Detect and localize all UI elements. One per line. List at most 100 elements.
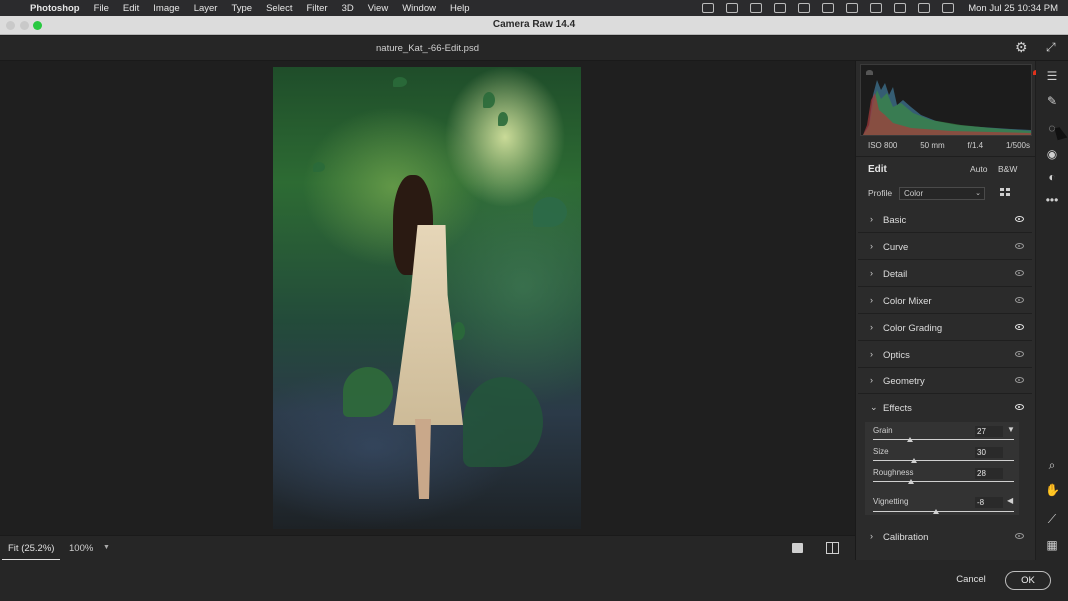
shadow-clipping-icon[interactable] bbox=[866, 70, 873, 75]
size-slider-handle[interactable] bbox=[911, 458, 917, 463]
window-title: Camera Raw 14.4 bbox=[492, 19, 576, 30]
cancel-button[interactable]: Cancel bbox=[948, 570, 994, 590]
leaf-shape bbox=[313, 162, 325, 172]
roughness-value[interactable]: 28 bbox=[975, 468, 1003, 479]
subject-legs bbox=[415, 419, 431, 499]
section-label: Detail bbox=[883, 269, 908, 280]
eye-icon[interactable] bbox=[1015, 351, 1024, 357]
eye-icon[interactable] bbox=[1015, 324, 1024, 330]
wifi-icon[interactable] bbox=[894, 3, 907, 13]
menu-3d[interactable]: 3D bbox=[342, 3, 354, 14]
chevron-right-icon: › bbox=[870, 295, 873, 305]
grain-slider-handle[interactable] bbox=[907, 437, 913, 442]
ok-button[interactable]: OK bbox=[1005, 571, 1051, 590]
section-basic[interactable]: › Basic bbox=[858, 207, 1032, 233]
bw-button[interactable]: B&W bbox=[998, 164, 1017, 174]
fullscreen-icon[interactable]: ⤢ bbox=[1046, 40, 1060, 54]
menu-window[interactable]: Window bbox=[402, 3, 436, 14]
eye-icon[interactable] bbox=[1015, 297, 1024, 303]
menu-select[interactable]: Select bbox=[266, 3, 292, 14]
fit-zoom-tab[interactable]: Fit (25.2%) bbox=[2, 539, 61, 561]
edit-sliders-icon[interactable]: ☰ bbox=[1045, 69, 1059, 83]
chevron-right-icon: › bbox=[870, 375, 873, 385]
bookmark-icon[interactable] bbox=[846, 3, 859, 13]
more-options-icon[interactable]: ••• bbox=[1045, 193, 1059, 207]
healing-brush-icon[interactable]: ✎ bbox=[1045, 94, 1059, 108]
profile-browser-icon[interactable] bbox=[1000, 188, 1011, 198]
grain-label: Grain bbox=[873, 426, 893, 435]
menubar-clock[interactable]: Mon Jul 25 10:34 PM bbox=[968, 3, 1058, 14]
profile-select[interactable]: Color ⌄ bbox=[899, 187, 985, 200]
single-view-icon[interactable] bbox=[792, 543, 803, 553]
grain-slider[interactable] bbox=[873, 439, 1014, 440]
effects-controls: Grain 27 ▼ Size 30 Roughness 28 Vignetti… bbox=[865, 422, 1019, 515]
dropbox-icon[interactable] bbox=[750, 3, 763, 13]
roughness-slider[interactable] bbox=[873, 481, 1014, 482]
grain-value[interactable]: 27 bbox=[975, 426, 1003, 437]
zoom-level[interactable]: 100% bbox=[69, 543, 93, 554]
size-slider[interactable] bbox=[873, 460, 1014, 461]
menu-filter[interactable]: Filter bbox=[306, 3, 327, 14]
red-eye-icon[interactable]: ◉ bbox=[1045, 147, 1059, 161]
histogram-graph bbox=[863, 80, 1031, 135]
shutter-value: 1/500s bbox=[1005, 141, 1030, 150]
vignetting-slider[interactable] bbox=[873, 511, 1014, 512]
control-center-icon[interactable] bbox=[942, 3, 955, 13]
section-color-grading[interactable]: › Color Grading bbox=[858, 315, 1032, 341]
hand-tool-icon[interactable]: ✋ bbox=[1045, 483, 1060, 497]
section-calibration[interactable]: › Calibration bbox=[858, 524, 1032, 550]
screen-record-icon[interactable] bbox=[702, 3, 715, 13]
vignetting-expand-icon[interactable]: ◀ bbox=[1007, 496, 1013, 505]
leaf-shape bbox=[393, 77, 407, 87]
vignetting-slider-handle[interactable] bbox=[933, 509, 939, 514]
edit-panel: ISO 800 50 mm f/1.4 1/500s Edit Auto B&W… bbox=[855, 61, 1040, 560]
menu-file[interactable]: File bbox=[94, 3, 109, 14]
eyedropper-icon[interactable]: ⟋ bbox=[1045, 512, 1059, 526]
size-value[interactable]: 30 bbox=[975, 447, 1003, 458]
search-icon[interactable] bbox=[918, 3, 931, 13]
leaf-shape bbox=[483, 92, 495, 108]
eye-icon[interactable] bbox=[1015, 377, 1024, 383]
gear-icon[interactable]: ⚙ bbox=[1015, 40, 1029, 54]
creative-cloud-icon[interactable] bbox=[726, 3, 739, 13]
before-after-icon[interactable] bbox=[826, 542, 839, 554]
menu-edit[interactable]: Edit bbox=[123, 3, 139, 14]
globe-icon[interactable] bbox=[774, 3, 787, 13]
chevron-down-icon: ⌄ bbox=[975, 190, 981, 197]
image-canvas[interactable] bbox=[0, 61, 855, 535]
leaf-shape bbox=[343, 367, 393, 417]
section-geometry[interactable]: › Geometry bbox=[858, 368, 1032, 394]
auto-button[interactable]: Auto bbox=[970, 164, 988, 174]
photo-preview[interactable] bbox=[273, 67, 581, 529]
sync-icon[interactable] bbox=[798, 3, 811, 13]
eye-icon[interactable] bbox=[1015, 270, 1024, 276]
bluetooth-icon[interactable] bbox=[870, 3, 883, 13]
vignetting-value[interactable]: -8 bbox=[975, 497, 1003, 508]
zoom-dropdown-icon[interactable]: ▼ bbox=[103, 544, 110, 551]
zoom-tool-icon[interactable]: ⌕ bbox=[1045, 458, 1059, 472]
section-curve[interactable]: › Curve bbox=[858, 234, 1032, 260]
grain-expand-icon[interactable]: ▼ bbox=[1007, 425, 1015, 434]
menu-image[interactable]: Image bbox=[153, 3, 179, 14]
section-optics[interactable]: › Optics bbox=[858, 342, 1032, 368]
eye-icon[interactable] bbox=[1015, 216, 1024, 222]
eye-icon[interactable] bbox=[1015, 533, 1024, 539]
roughness-slider-handle[interactable] bbox=[908, 479, 914, 484]
section-detail[interactable]: › Detail bbox=[858, 261, 1032, 287]
menu-help[interactable]: Help bbox=[450, 3, 470, 14]
section-effects[interactable]: ⌄ Effects bbox=[858, 395, 1032, 421]
menu-view[interactable]: View bbox=[368, 3, 388, 14]
menu-bar: Photoshop File Edit Image Layer Type Sel… bbox=[0, 0, 1068, 16]
menu-layer[interactable]: Layer bbox=[194, 3, 218, 14]
status-icons: Mon Jul 25 10:34 PM bbox=[702, 0, 1058, 16]
leaf-shape bbox=[463, 377, 543, 467]
presets-icon[interactable]: ◐ bbox=[1045, 170, 1059, 184]
menu-app-name[interactable]: Photoshop bbox=[30, 3, 80, 14]
roughness-label: Roughness bbox=[873, 468, 914, 477]
section-color-mixer[interactable]: › Color Mixer bbox=[858, 288, 1032, 314]
eye-icon[interactable] bbox=[1015, 243, 1024, 249]
eye-icon[interactable] bbox=[1015, 404, 1024, 410]
menu-type[interactable]: Type bbox=[231, 3, 252, 14]
grid-icon[interactable]: ▦ bbox=[1045, 538, 1059, 552]
airplay-icon[interactable] bbox=[822, 3, 835, 13]
